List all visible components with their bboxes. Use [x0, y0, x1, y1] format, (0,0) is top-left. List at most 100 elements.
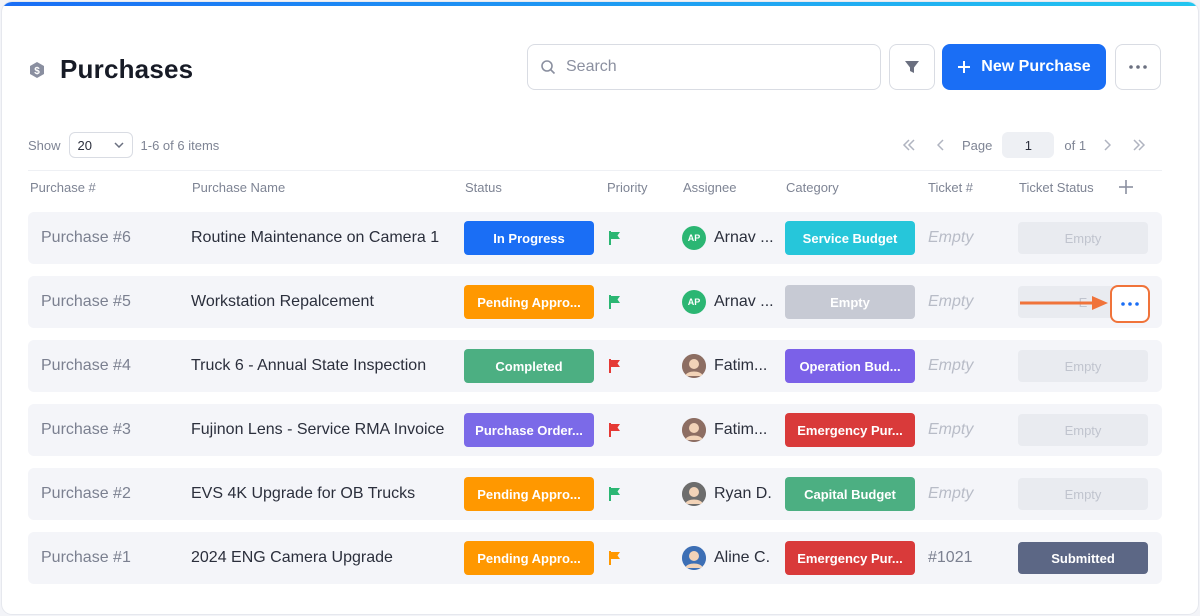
status-cell: Pending Appro...: [464, 276, 594, 328]
arrow-annotation-icon: [1020, 296, 1108, 310]
status-badge[interactable]: Pending Appro...: [464, 541, 594, 575]
category-cell: Operation Bud...: [785, 340, 915, 392]
assignee-cell[interactable]: Fatim...: [682, 340, 774, 392]
purchase-name[interactable]: EVS 4K Upgrade for OB Trucks: [191, 468, 453, 520]
table-row[interactable]: Purchase #3 Fujinon Lens - Service RMA In…: [28, 404, 1162, 456]
category-badge[interactable]: Empty: [785, 285, 915, 319]
purchase-number[interactable]: Purchase #6: [41, 212, 181, 264]
ticket-number[interactable]: Empty: [928, 340, 998, 392]
column-header-purchase-num[interactable]: Purchase #: [30, 180, 96, 195]
category-badge[interactable]: Emergency Pur...: [785, 413, 915, 447]
table-row[interactable]: Purchase #4 Truck 6 - Annual State Inspec…: [28, 340, 1162, 392]
priority-cell[interactable]: [608, 212, 622, 264]
assignee-cell[interactable]: AP Arnav ...: [682, 276, 774, 328]
column-header-purchase-name[interactable]: Purchase Name: [192, 180, 285, 195]
column-header-ticket-status[interactable]: Ticket Status: [1019, 180, 1094, 195]
category-badge[interactable]: Service Budget: [785, 221, 915, 255]
column-header-category[interactable]: Category: [786, 180, 839, 195]
row-more-options-button[interactable]: [1110, 285, 1150, 323]
purchase-name[interactable]: 2024 ENG Camera Upgrade: [191, 532, 453, 584]
person-photo-icon: [682, 546, 706, 570]
purchase-name[interactable]: Workstation Repalcement: [191, 276, 453, 328]
status-badge[interactable]: In Progress: [464, 221, 594, 255]
category-badge[interactable]: Capital Budget: [785, 477, 915, 511]
assignee-cell[interactable]: Ryan D.: [682, 468, 774, 520]
ticket-number[interactable]: Empty: [928, 404, 998, 456]
prev-page-button[interactable]: [930, 134, 952, 156]
page-number-input[interactable]: 1: [1002, 132, 1055, 158]
last-page-button[interactable]: [1128, 134, 1150, 156]
priority-cell[interactable]: [608, 276, 622, 328]
table-row[interactable]: Purchase #6 Routine Maintenance on Camera…: [28, 212, 1162, 264]
assignee-name: Aline C.: [714, 549, 771, 566]
more-options-button[interactable]: [1115, 44, 1161, 90]
avatar-initials: AP: [687, 233, 701, 243]
first-page-button[interactable]: [898, 134, 920, 156]
flag-icon: [609, 551, 620, 565]
purchase-number[interactable]: Purchase #5: [41, 276, 181, 328]
purchase-number[interactable]: Purchase #3: [41, 404, 181, 456]
assignee-cell[interactable]: Fatim...: [682, 404, 774, 456]
category-cell: Capital Budget: [785, 468, 915, 520]
column-header-ticket-num[interactable]: Ticket #: [928, 180, 973, 195]
category-cell: Empty: [785, 276, 915, 328]
priority-cell[interactable]: [608, 532, 622, 584]
column-header-assignee[interactable]: Assignee: [683, 180, 736, 195]
flag-icon: [609, 423, 620, 437]
avatar: [682, 418, 706, 442]
search-input[interactable]: [566, 58, 856, 76]
priority-cell[interactable]: [608, 340, 622, 392]
status-cell: Pending Appro...: [464, 532, 594, 584]
page-size-select[interactable]: 20: [68, 132, 133, 158]
ticket-number[interactable]: Empty: [928, 276, 998, 328]
ticket-status-cell: Empty: [1018, 340, 1148, 392]
assignee-cell[interactable]: Aline C.: [682, 532, 774, 584]
purchase-number[interactable]: Purchase #4: [41, 340, 181, 392]
filter-button[interactable]: [889, 44, 935, 90]
assignee-cell[interactable]: AP Arnav ...: [682, 212, 774, 264]
ticket-status-badge[interactable]: Empty: [1018, 350, 1148, 382]
ticket-number[interactable]: Empty: [928, 468, 998, 520]
status-badge[interactable]: Purchase Order...: [464, 413, 594, 447]
ellipsis-icon: [1121, 302, 1139, 306]
category-badge[interactable]: Emergency Pur...: [785, 541, 915, 575]
category-badge[interactable]: Operation Bud...: [785, 349, 915, 383]
filter-icon: [905, 61, 919, 73]
ticket-status-badge[interactable]: Submitted: [1018, 542, 1148, 574]
purchase-name[interactable]: Fujinon Lens - Service RMA Invoice: [191, 404, 453, 456]
ticket-status-badge[interactable]: Empty: [1018, 414, 1148, 446]
next-page-button[interactable]: [1096, 134, 1118, 156]
category-cell: Service Budget: [785, 212, 915, 264]
priority-cell[interactable]: [608, 468, 622, 520]
table-row[interactable]: Purchase #1 2024 ENG Camera Upgrade Pendin…: [28, 532, 1162, 584]
ticket-status-badge[interactable]: Empty: [1018, 222, 1148, 254]
status-badge[interactable]: Completed: [464, 349, 594, 383]
header-divider: [28, 170, 1162, 171]
assignee-name: Arnav ...: [714, 229, 774, 246]
chevron-left-icon: [937, 139, 944, 151]
purchase-name[interactable]: Truck 6 - Annual State Inspection: [191, 340, 453, 392]
column-header-status[interactable]: Status: [465, 180, 502, 195]
ticket-status-cell: Empty: [1018, 404, 1148, 456]
status-badge[interactable]: Pending Appro...: [464, 477, 594, 511]
ticket-status-badge[interactable]: Empty: [1018, 478, 1148, 510]
status-badge[interactable]: Pending Appro...: [464, 285, 594, 319]
chevron-right-icon: [1104, 139, 1112, 151]
ticket-status-cell: Empty: [1018, 212, 1148, 264]
purchase-name[interactable]: Routine Maintenance on Camera 1: [191, 212, 453, 264]
pagination: Page 1 of 1: [898, 132, 1150, 158]
ticket-number[interactable]: Empty: [928, 212, 998, 264]
new-purchase-button[interactable]: New Purchase: [942, 44, 1106, 90]
table-row[interactable]: Purchase #5 Workstation Repalcement Pendin…: [28, 276, 1162, 328]
table-row[interactable]: Purchase #2 EVS 4K Upgrade for OB Trucks P…: [28, 468, 1162, 520]
column-header-priority[interactable]: Priority: [607, 180, 647, 195]
category-cell: Emergency Pur...: [785, 404, 915, 456]
purchase-number[interactable]: Purchase #1: [41, 532, 181, 584]
purchase-number[interactable]: Purchase #2: [41, 468, 181, 520]
ticket-number[interactable]: #1021: [928, 532, 998, 584]
assignee-name: Arnav ...: [714, 293, 774, 310]
page-size-control: Show 20 1-6 of 6 items: [28, 132, 219, 158]
priority-cell[interactable]: [608, 404, 622, 456]
search-box[interactable]: [527, 44, 881, 90]
add-column-plus-icon[interactable]: [1117, 178, 1135, 196]
